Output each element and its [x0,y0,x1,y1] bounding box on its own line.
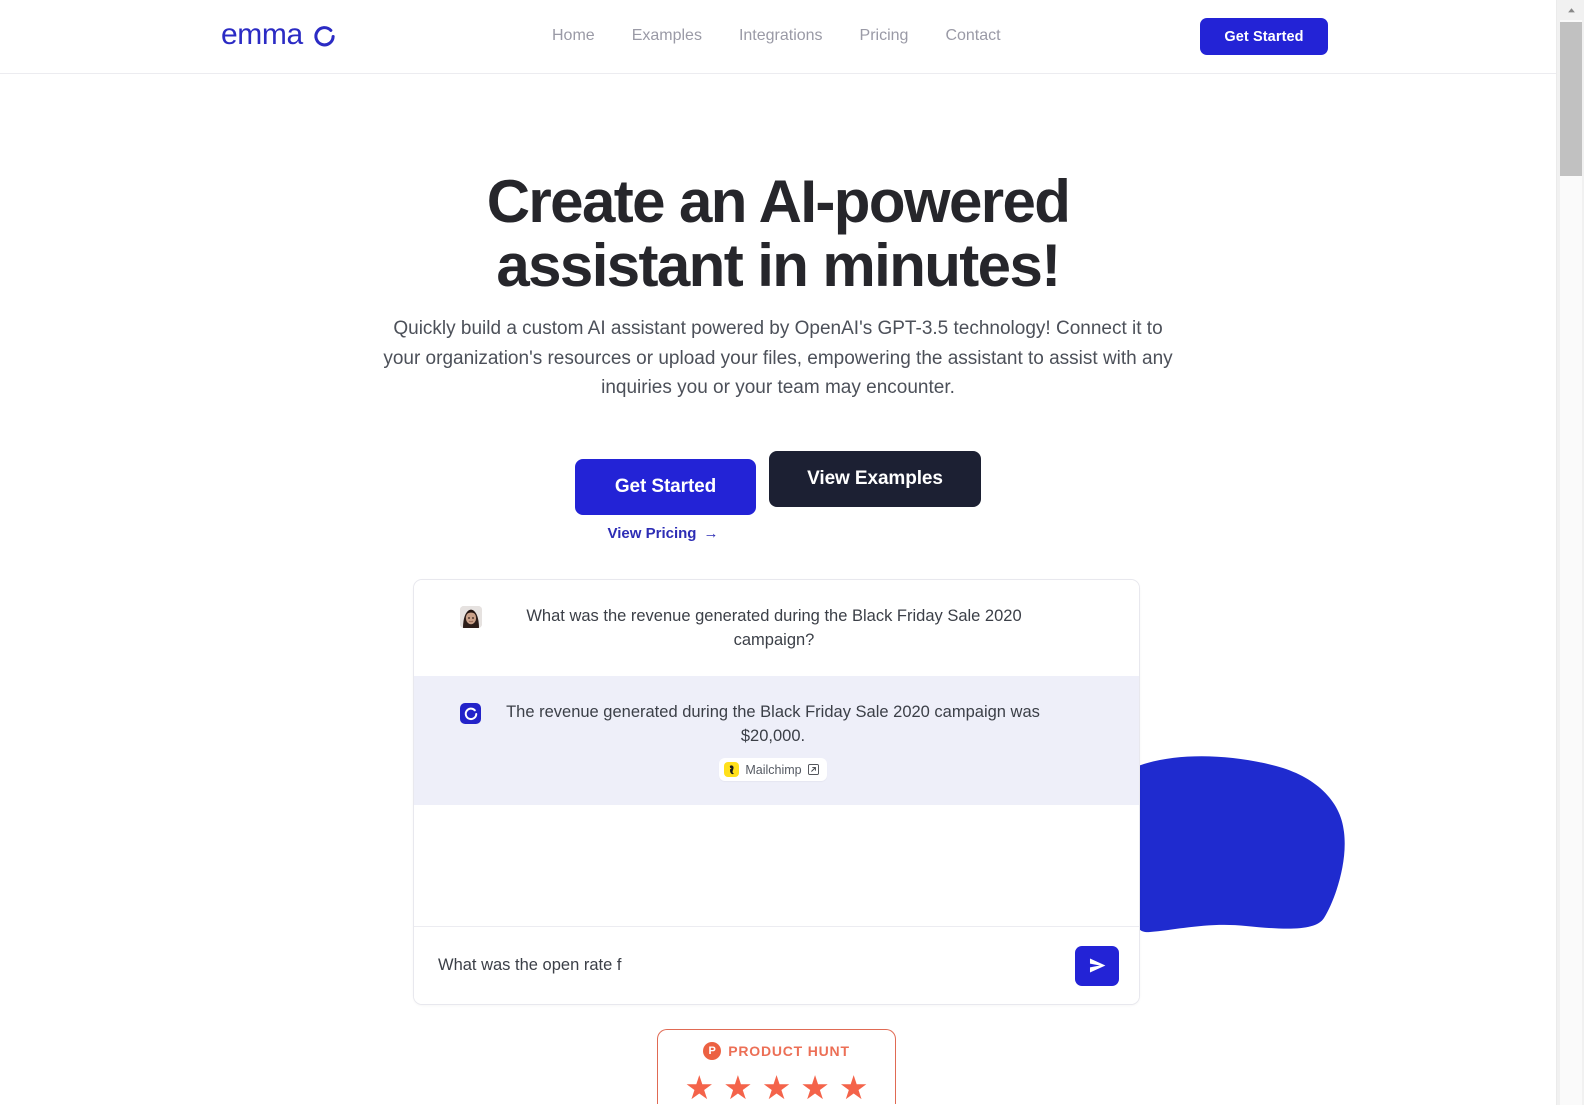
chat-message-assistant: The revenue generated during the Black F… [414,676,1139,805]
emma-ring-icon [460,703,481,724]
nav-item-home[interactable]: Home [552,25,595,47]
brand-logo[interactable]: emma [221,18,336,52]
star-icon: ★ [800,1069,830,1105]
chat-message-user: What was the revenue generated during th… [414,580,1139,676]
chat-message-user-text: What was the revenue generated during th… [526,607,1022,649]
send-paper-plane-icon [1089,958,1105,973]
send-button[interactable] [1075,945,1119,986]
chat-demo-card: What was the revenue generated during th… [413,579,1140,1005]
hero-title-line-2: assistant in minutes! [496,232,1061,299]
product-hunt-header: P PRODUCT HUNT [658,1042,895,1060]
nav-item-contact[interactable]: Contact [945,25,1000,47]
page-title: Create an AI-powered assistant in minute… [0,170,1556,298]
chat-input-row [414,926,1139,1004]
nav-item-examples[interactable]: Examples [632,25,702,47]
blob-shape [1136,756,1345,933]
view-pricing-label: View Pricing [607,525,697,542]
main-nav: Home Examples Integrations Pricing Conta… [552,25,1001,47]
ring-icon [314,25,335,46]
view-pricing-link[interactable]: View Pricing → [572,525,754,542]
hero-subtitle: Quickly build a custom AI assistant powe… [383,318,1173,398]
arrow-right-icon: → [703,525,719,542]
star-icon: ★ [684,1069,715,1105]
product-hunt-stars: ★ ★ ★ ★ ★ [658,1071,895,1104]
brand-name: emma [221,18,303,51]
scrollbar-thumb[interactable] [1560,22,1582,176]
header-get-started-button[interactable]: Get Started [1200,18,1328,55]
hero-get-started-button[interactable]: Get Started [575,459,756,515]
source-chip-mailchimp[interactable]: Mailchimp [719,758,827,781]
star-icon: ★ [761,1069,792,1105]
star-icon: ★ [838,1069,869,1105]
browser-scrollbar[interactable] [1556,0,1584,1105]
star-icon: ★ [723,1069,753,1105]
hero-cta-row: Get Started View Examples [0,451,1556,515]
product-hunt-badge[interactable]: P PRODUCT HUNT ★ ★ ★ ★ ★ [657,1029,896,1104]
nav-item-integrations[interactable]: Integrations [739,25,823,47]
hero-view-examples-button[interactable]: View Examples [769,451,981,507]
chat-input[interactable] [438,956,1075,975]
browser-viewport: emma Home Examples Integrations Pricing … [0,0,1584,1105]
site-header: emma Home Examples Integrations Pricing … [0,0,1556,74]
external-link-icon [807,764,819,775]
source-chip-label: Mailchimp [745,762,802,777]
user-avatar-photo [460,606,482,628]
nav-item-pricing[interactable]: Pricing [860,25,909,47]
scrollbar-track[interactable] [1560,20,1582,1105]
hero-title-line-1: Create an AI-powered [486,168,1071,235]
product-hunt-title: PRODUCT HUNT [728,1043,850,1059]
scroll-up-arrow-icon[interactable] [1557,0,1584,20]
mailchimp-icon [724,762,740,777]
chat-empty-space [414,805,1139,918]
chat-message-assistant-text: The revenue generated during the Black F… [506,703,1040,745]
page-content: emma Home Examples Integrations Pricing … [0,0,1556,1105]
product-hunt-icon: P [703,1042,722,1060]
